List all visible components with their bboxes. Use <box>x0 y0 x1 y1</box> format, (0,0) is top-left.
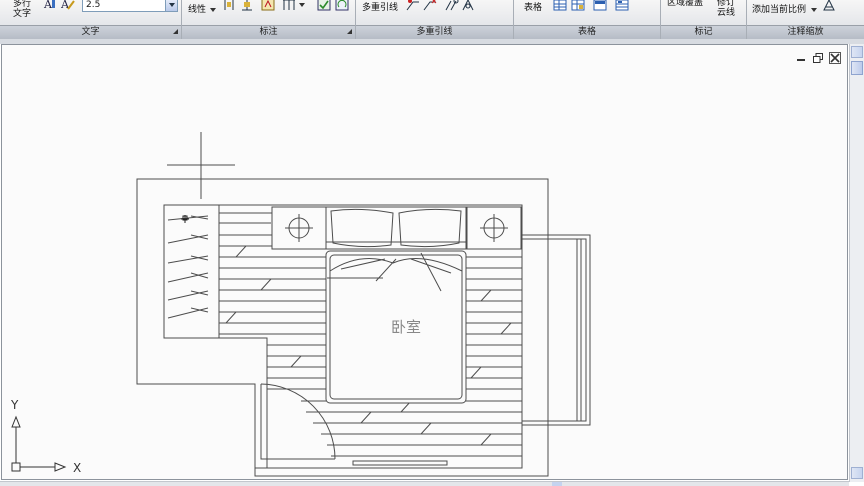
ucs-icon <box>11 415 67 472</box>
chevron-down-icon[interactable] <box>165 0 177 11</box>
dim-continue-icon[interactable] <box>282 0 296 11</box>
text-height-value: 2.5 <box>86 0 101 10</box>
table-icon-4[interactable] <box>615 0 629 11</box>
panel-launcher-icon[interactable] <box>347 29 352 34</box>
text-style-icon[interactable]: A <box>43 0 57 11</box>
wardrobe-hangers <box>167 215 209 319</box>
wardrobe <box>163 204 220 339</box>
table-icon-2[interactable] <box>571 0 585 11</box>
multiline-text-line2[interactable]: 文字 <box>13 9 31 19</box>
panel-title-label: 表格 <box>577 27 596 37</box>
dim-continue-dropdown-icon[interactable] <box>299 3 305 7</box>
revcloud-line2[interactable]: 云线 <box>717 8 735 18</box>
panel-text: 多行 文字 A A 2.5 文字 <box>0 0 182 39</box>
floor-plan-canvas[interactable]: 卧室 Y X <box>2 45 849 481</box>
wardrobe-hangers-2 <box>190 215 209 313</box>
vertical-scrollbar[interactable] <box>849 44 864 482</box>
annoscale-icon[interactable] <box>822 0 836 11</box>
panel-markup: 区域覆盖 修订 云线 标记 <box>661 0 747 39</box>
horizontal-scrollbar[interactable] <box>0 481 849 486</box>
panel-table: 表格 表格 <box>514 0 661 39</box>
ucs-y-label: Y <box>10 398 19 412</box>
leader-remove-icon[interactable] <box>423 0 437 11</box>
svg-text:A: A <box>43 0 53 11</box>
horizontal-scroll-thumb[interactable] <box>552 482 562 486</box>
scroll-thumb[interactable] <box>851 61 863 75</box>
minimize-icon[interactable] <box>795 52 807 64</box>
ucs-x-label: X <box>73 461 81 475</box>
panel-title-label: 标注 <box>259 27 278 37</box>
panel-title-multileader: 多重引线 <box>356 25 513 39</box>
panel-title-label: 标记 <box>694 27 713 37</box>
floor-plan <box>11 132 591 477</box>
panel-multileader: 多重引线 多重引线 <box>356 0 514 39</box>
crosshair-cursor <box>167 132 235 199</box>
panel-title-label: 注释缩放 <box>787 27 824 37</box>
table-label[interactable]: 表格 <box>524 3 542 13</box>
panel-title-dimension: 标注 <box>182 25 355 39</box>
linear-dropdown-icon[interactable] <box>210 8 216 12</box>
dim-baseline-icon[interactable] <box>240 0 254 11</box>
panel-title-label: 文字 <box>81 27 100 37</box>
dim-update-icon[interactable] <box>261 0 275 11</box>
threshold <box>352 460 448 466</box>
leader-collect-icon[interactable] <box>461 0 475 11</box>
table-icon-3[interactable] <box>593 0 607 11</box>
panel-annoscale: 添加当前比例 注释缩放 <box>747 0 864 39</box>
text-edit-icon[interactable]: A <box>61 0 75 11</box>
table-icon-1[interactable] <box>553 0 567 11</box>
room-label: 卧室 <box>391 318 421 336</box>
restore-icon[interactable] <box>812 52 824 64</box>
dim-aligned-icon[interactable] <box>222 0 236 11</box>
text-height-combo[interactable]: 2.5 <box>82 0 178 12</box>
panel-title-markup: 标记 <box>661 25 746 39</box>
wipeout-label[interactable]: 区域覆盖 <box>667 0 703 8</box>
ribbon: 多行 文字 A A 2.5 文字 线性 标注 多重引线 多重引线 表格 表格 区… <box>0 0 864 39</box>
close-icon[interactable] <box>829 52 841 64</box>
drawing-area[interactable]: 卧室 Y X <box>1 44 848 480</box>
add-current-scale-label[interactable]: 添加当前比例 <box>752 5 806 15</box>
panel-title-annoscale: 注释缩放 <box>747 25 864 39</box>
window-frame <box>522 238 587 422</box>
multiline-text-line1[interactable]: 多行 <box>13 0 31 9</box>
door-frame <box>260 384 335 460</box>
window-bay <box>522 234 591 426</box>
headboard <box>325 206 467 250</box>
panel-title-table: 表格 <box>514 25 660 39</box>
panel-dimension: 线性 标注 <box>182 0 356 39</box>
leader-add-icon[interactable] <box>406 0 420 11</box>
panel-launcher-icon[interactable] <box>173 29 178 34</box>
panel-title-label: 多重引线 <box>416 27 453 37</box>
add-scale-dropdown-icon[interactable] <box>811 8 817 12</box>
revcloud-line1[interactable]: 修订 <box>717 0 735 8</box>
door-swing <box>260 383 336 460</box>
leader-align-icon[interactable] <box>445 0 459 11</box>
pickbox-cross <box>181 215 189 223</box>
multileader-label[interactable]: 多重引线 <box>362 3 398 13</box>
panel-title-text: 文字 <box>0 25 181 39</box>
dim-check-icon[interactable] <box>317 0 331 11</box>
scroll-up-icon[interactable] <box>851 46 863 58</box>
linear-dim-label[interactable]: 线性 <box>188 5 206 15</box>
dim-refresh-icon[interactable] <box>335 0 349 11</box>
scroll-down-icon[interactable] <box>851 467 863 479</box>
